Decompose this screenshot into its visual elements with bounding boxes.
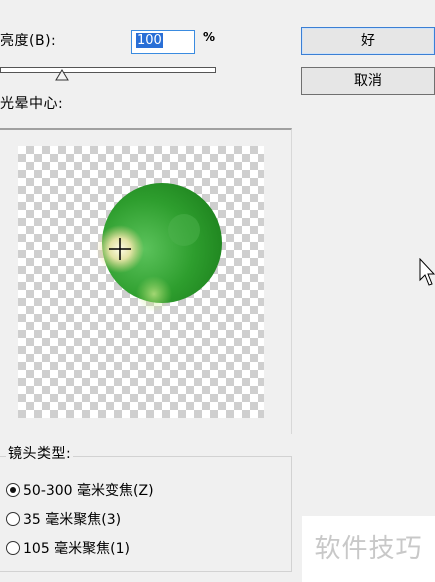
lens-option-label: 50-300 毫米变焦(Z) <box>23 483 154 499</box>
lens-type-label: 镜头类型: <box>6 443 74 463</box>
mouse-cursor-icon <box>419 258 435 286</box>
brightness-slider-thumb[interactable] <box>55 69 69 81</box>
cancel-button[interactable]: 取消 <box>301 67 435 95</box>
preview-image <box>96 183 222 312</box>
lens-option-label: 35 毫米聚焦(3) <box>23 512 122 528</box>
flare-center-label: 光晕中心: <box>0 96 64 112</box>
radio-checked-icon[interactable] <box>6 483 20 497</box>
ok-button[interactable]: 好 <box>301 27 435 55</box>
watermark-text: 软件技巧 <box>302 516 435 582</box>
lens-option-105[interactable]: 105 毫米聚焦(1) <box>6 538 130 558</box>
lens-option-50-300[interactable]: 50-300 毫米变焦(Z) <box>6 480 154 500</box>
brightness-input[interactable]: 100 <box>131 30 195 54</box>
brightness-slider-track[interactable] <box>0 67 216 73</box>
radio-icon[interactable] <box>6 512 20 526</box>
lens-option-35[interactable]: 35 毫米聚焦(3) <box>6 509 121 529</box>
brightness-label: 亮度(B): <box>0 33 57 49</box>
brightness-unit: % <box>203 30 216 44</box>
radio-icon[interactable] <box>6 541 20 555</box>
brightness-value: 100 <box>136 33 163 48</box>
preview-canvas[interactable] <box>18 146 264 418</box>
lens-option-label: 105 毫米聚焦(1) <box>23 541 131 557</box>
